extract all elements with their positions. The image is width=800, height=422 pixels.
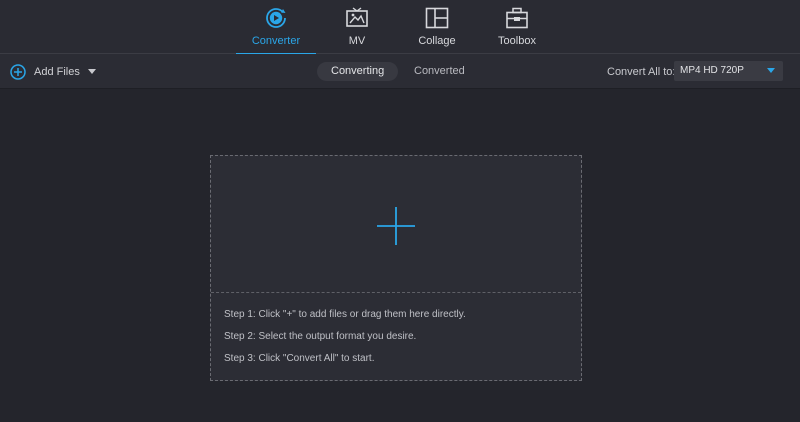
add-files-label: Add Files bbox=[34, 65, 80, 78]
tab-converting[interactable]: Converting bbox=[317, 62, 399, 81]
add-files-button[interactable]: Add Files bbox=[10, 63, 96, 80]
add-files-area[interactable] bbox=[211, 156, 581, 293]
tab-toolbox[interactable]: Toolbox bbox=[477, 0, 557, 54]
output-format-value: MP4 HD 720P bbox=[680, 65, 744, 76]
file-drop-zone: Step 1: Click "+" to add files or drag t… bbox=[210, 155, 582, 381]
step-2-text: Step 2: Select the output format you des… bbox=[224, 331, 417, 342]
tab-converted[interactable]: Converted bbox=[400, 62, 479, 81]
plus-icon[interactable] bbox=[377, 207, 415, 245]
step-3-text: Step 3: Click "Convert All" to start. bbox=[224, 353, 375, 364]
collage-icon bbox=[425, 7, 449, 29]
tab-mv[interactable]: MV bbox=[317, 0, 397, 54]
tab-label-mv: MV bbox=[348, 35, 366, 47]
step-1-text: Step 1: Click "+" to add files or drag t… bbox=[224, 309, 466, 320]
chevron-down-icon bbox=[767, 68, 775, 73]
tab-collage[interactable]: Collage bbox=[397, 0, 477, 54]
convert-all-label: Convert All to: bbox=[607, 66, 676, 78]
tab-converter[interactable]: Converter bbox=[236, 0, 316, 55]
toolbox-icon bbox=[506, 7, 528, 29]
tab-label-toolbox: Toolbox bbox=[498, 35, 536, 47]
mv-icon bbox=[346, 7, 368, 27]
top-navigation: Converter MV Collage Toolbox bbox=[0, 0, 800, 55]
tab-label-converter: Converter bbox=[251, 35, 301, 47]
instructions: Step 1: Click "+" to add files or drag t… bbox=[224, 309, 466, 375]
tab-label-collage: Collage bbox=[418, 35, 456, 47]
output-format-select[interactable]: MP4 HD 720P bbox=[674, 61, 783, 81]
chevron-down-icon[interactable] bbox=[87, 69, 96, 74]
converter-icon bbox=[266, 8, 286, 28]
add-circle-icon bbox=[10, 63, 26, 80]
